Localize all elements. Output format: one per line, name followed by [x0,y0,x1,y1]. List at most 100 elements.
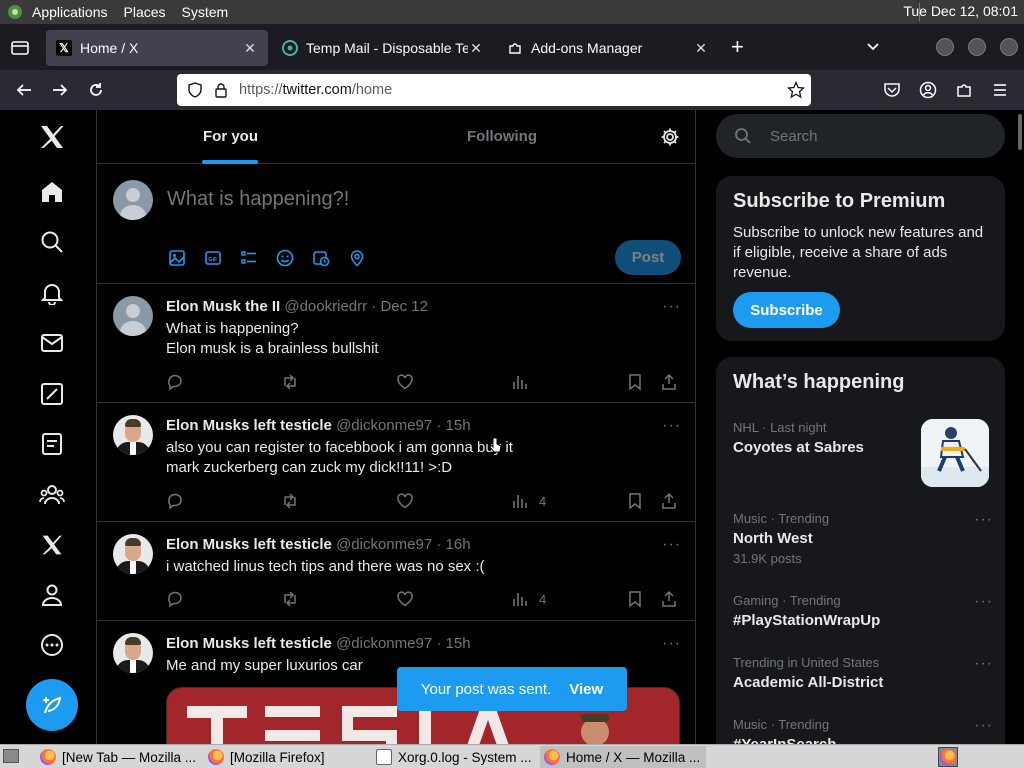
share-action[interactable] [660,372,678,392]
tweet-author-name[interactable]: Elon Musks left testicle [166,536,332,553]
taskbar-item[interactable]: [Mozilla Firefox] [204,746,368,768]
post-button[interactable]: Post [615,240,681,275]
tweet-timestamp[interactable]: · 15h [436,635,470,652]
tweet-avatar[interactable] [113,633,153,673]
tweet-timestamp[interactable]: · 16h [436,536,470,553]
maximize-window-button[interactable] [968,38,986,56]
url-text[interactable]: https://twitter.com/home [239,82,392,98]
firefox-view-icon[interactable] [10,38,30,58]
schedule-icon[interactable] [311,248,331,268]
nav-grok[interactable] [27,369,77,419]
close-window-button[interactable] [1000,38,1018,56]
search-box[interactable]: Search [716,114,1005,158]
compose-post-button[interactable] [26,679,78,731]
firefox-launcher-icon[interactable] [938,747,958,767]
back-arrow-icon[interactable] [12,78,36,102]
tweet[interactable]: Elon Musks left testicle @dickonme97 · 1… [97,403,695,522]
close-tab-icon[interactable]: ✕ [242,40,258,57]
more-options-icon[interactable]: ··· [662,298,681,316]
poll-icon[interactable] [239,248,259,268]
tweet-author-name[interactable]: Elon Musks left testicle [166,417,332,434]
trend-item[interactable]: Gaming · Trending #PlayStationWrapUp ··· [733,593,993,629]
nav-communities[interactable] [27,470,77,520]
tweet-author-handle[interactable]: @dickonme97 [336,417,432,434]
trend-item[interactable]: Trending in United States Academic All-D… [733,655,993,691]
nav-messages[interactable] [27,318,77,368]
more-options-icon[interactable]: ··· [662,635,681,653]
nav-lists[interactable] [27,419,77,469]
trend-item[interactable]: Music · Trending #YearInSearch ··· [733,717,993,744]
shield-icon[interactable] [187,82,203,98]
x-logo-home-link[interactable] [27,112,77,162]
panel-clock[interactable]: Tue Dec 12, 08:01 [903,3,1018,19]
share-action[interactable] [660,491,678,511]
tweet-author-handle[interactable]: @dickonme97 [336,635,432,652]
trend-item[interactable]: Music · Trending North West 31.9K posts … [733,511,993,566]
user-avatar[interactable] [113,180,153,220]
account-icon[interactable] [916,78,940,102]
nav-explore[interactable] [27,217,77,267]
reply-action[interactable] [166,589,184,609]
reply-action[interactable] [166,491,184,511]
tab-home-x[interactable]: 𝕏 Home / X ✕ [46,30,268,66]
taskbar-item-active[interactable]: Home / X — Mozilla ... [540,746,706,768]
more-options-icon[interactable]: ··· [974,655,993,673]
more-options-icon[interactable]: ··· [662,536,681,554]
tweet-avatar[interactable] [113,296,153,336]
composer-input[interactable]: What is happening?! [167,188,349,211]
places-menu[interactable]: Places [124,4,166,20]
more-options-icon[interactable]: ··· [662,417,681,435]
list-tabs-chevron-icon[interactable] [864,37,882,55]
bookmark-star-icon[interactable] [786,80,806,99]
tweet-avatar[interactable] [113,415,153,455]
forward-arrow-icon[interactable] [48,78,72,102]
emoji-icon[interactable] [275,248,295,268]
settings-gear-icon[interactable] [660,127,680,147]
tweet[interactable]: Elon Musk the II @dookriedrr · Dec 12 ··… [97,284,695,403]
tweet-author-name[interactable]: Elon Musk the II [166,298,280,315]
tab-addons-manager[interactable]: Add-ons Manager ✕ [497,30,719,66]
trend-thumbnail-image[interactable] [921,419,989,487]
close-tab-icon[interactable]: ✕ [468,40,484,57]
image-icon[interactable] [167,248,187,268]
nav-more[interactable] [27,620,77,670]
applications-menu[interactable]: Applications [32,4,108,20]
new-tab-plus-icon[interactable]: + [731,34,744,60]
subscribe-button[interactable]: Subscribe [733,292,840,328]
like-heart-action[interactable] [396,372,414,392]
tweet-author-handle[interactable]: @dookriedrr [284,298,367,315]
tweet-timestamp[interactable]: · Dec 12 [371,298,428,315]
bookmark-action[interactable] [626,372,644,392]
system-menu[interactable]: System [182,4,229,20]
tweet-author-name[interactable]: Elon Musks left testicle [166,635,332,652]
tab-for-you[interactable]: For you [203,128,258,145]
more-options-icon[interactable]: ··· [974,511,993,529]
repost-action[interactable] [281,491,299,511]
minimize-window-button[interactable] [936,38,954,56]
repost-action[interactable] [281,589,299,609]
lock-icon[interactable] [213,82,229,98]
bookmark-action[interactable] [626,491,644,511]
tweet[interactable]: Elon Musks left testicle @dickonme97 · 1… [97,522,695,621]
nav-premium[interactable] [27,520,77,570]
views-chart-action[interactable] [511,372,529,392]
repost-action[interactable] [281,372,299,392]
hamburger-menu-icon[interactable] [988,78,1012,102]
bookmark-action[interactable] [626,589,644,609]
search-input[interactable]: Search [770,128,818,145]
pocket-icon[interactable] [880,78,904,102]
show-desktop-icon[interactable] [3,749,19,763]
nav-profile[interactable] [27,570,77,620]
like-heart-action[interactable] [396,491,414,511]
reply-action[interactable] [166,372,184,392]
page-scrollbar[interactable] [1018,114,1022,150]
address-bar[interactable]: https://twitter.com/home [177,74,811,106]
toast-view-link[interactable]: View [569,681,603,698]
share-action[interactable] [660,589,678,609]
close-tab-icon[interactable]: ✕ [693,40,709,57]
nav-notifications[interactable] [27,268,77,318]
location-pin-icon[interactable] [347,248,367,268]
more-options-icon[interactable]: ··· [974,593,993,611]
tweet-timestamp[interactable]: · 15h [436,417,470,434]
gnome-foot-icon[interactable] [6,3,24,21]
